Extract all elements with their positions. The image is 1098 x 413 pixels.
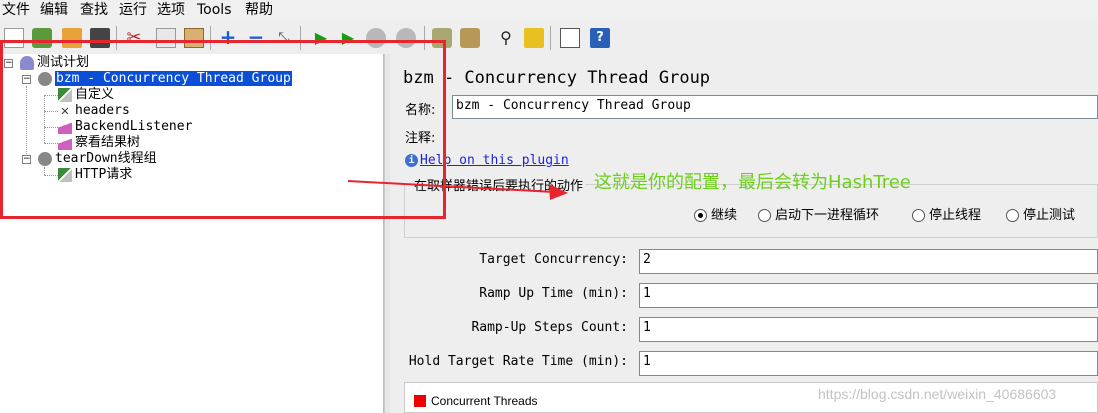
watermark: https://blog.csdn.net/weixin_40686603 — [818, 386, 1057, 402]
annotation-arrow — [347, 180, 568, 200]
annotation-text: 这就是你的配置，最后会转为HashTree — [594, 172, 911, 193]
